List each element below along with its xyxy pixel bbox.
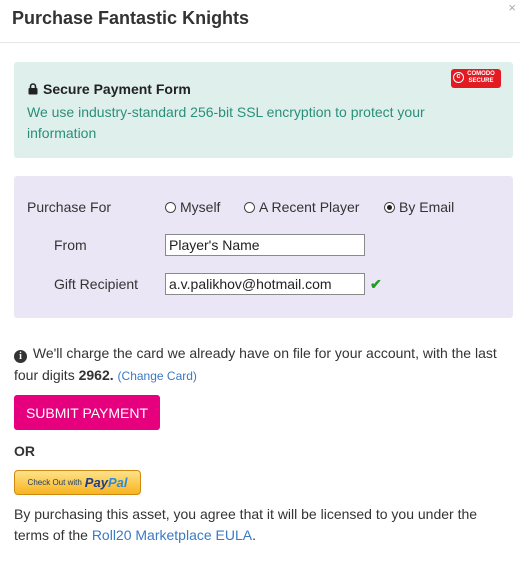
lock-icon <box>28 83 38 95</box>
or-separator: OR <box>14 443 35 459</box>
gift-recipient-input[interactable]: a.v.palikhov@hotmail.com <box>165 273 365 295</box>
badge-line-1: COMODO <box>467 71 495 77</box>
from-label: From <box>54 237 87 253</box>
secure-title-row: Secure Payment Form <box>28 81 191 97</box>
submit-payment-button[interactable]: SUBMIT PAYMENT <box>14 395 160 430</box>
license-notice: By purchasing this asset, you agree that… <box>14 504 504 546</box>
dialog-header: Purchase Fantastic Knights × <box>0 0 520 43</box>
check-icon: ✔ <box>370 276 382 292</box>
purchase-for-label: Purchase For <box>27 199 112 215</box>
radio-by-email[interactable]: By Email <box>384 199 454 215</box>
from-input[interactable]: Player's Name <box>165 234 365 256</box>
info-icon: i <box>14 350 27 363</box>
secure-description: We use industry-standard 256-bit SSL enc… <box>27 104 425 141</box>
dialog-title: Purchase Fantastic Knights <box>12 8 250 28</box>
card-charge-notice: i We'll charge the card we already have … <box>14 342 514 387</box>
eula-link[interactable]: Roll20 Marketplace EULA <box>92 527 252 543</box>
radio-recent-player[interactable]: A Recent Player <box>244 199 359 215</box>
paypal-checkout-button[interactable]: Check Out with Pay Pal <box>14 470 141 495</box>
secure-payment-notice: Secure Payment Form We use industry-stan… <box>14 62 513 158</box>
badge-line-2: SECURE <box>468 78 494 84</box>
gift-recipient-label: Gift Recipient <box>54 276 139 292</box>
paypal-prefix: Check Out with <box>27 478 82 487</box>
radio-label: Myself <box>180 199 221 215</box>
comodo-logo-icon: c <box>453 72 464 83</box>
license-text-end: . <box>252 527 256 543</box>
secure-title: Secure Payment Form <box>43 81 191 97</box>
change-card-link[interactable]: (Change Card) <box>118 369 197 383</box>
purchase-form: Purchase For Myself A Recent Player By E… <box>14 176 513 318</box>
radio-label: A Recent Player <box>259 199 360 215</box>
paypal-logo-pay: Pay <box>84 475 108 490</box>
radio-circle[interactable] <box>165 201 176 213</box>
radio-myself[interactable]: Myself <box>165 199 220 215</box>
radio-circle[interactable] <box>244 201 255 213</box>
comodo-secure-badge: c COMODO SECURE <box>451 69 501 88</box>
radio-circle-selected[interactable] <box>384 201 395 213</box>
card-digits: 2962. <box>78 367 114 383</box>
radio-label: By Email <box>399 199 455 215</box>
paypal-logo-pal: Pal <box>107 475 128 490</box>
close-icon[interactable]: × <box>508 0 516 15</box>
